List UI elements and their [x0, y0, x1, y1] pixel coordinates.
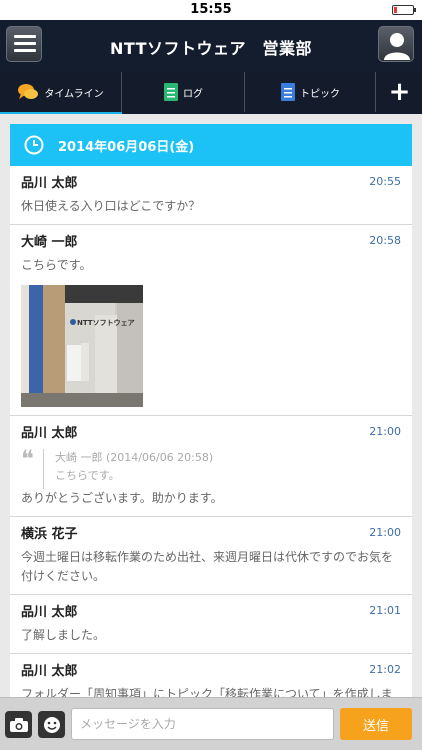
nav-bar: NTTソフトウェア 営業部: [0, 20, 422, 72]
message-input-bar: 送信: [0, 697, 422, 750]
tab-topic-label: トピック: [300, 88, 340, 100]
message-body: 了解しました。: [21, 628, 106, 642]
tab-timeline-label: タイムライン: [44, 88, 104, 100]
message-time: 21:02: [369, 663, 401, 676]
message-input[interactable]: [71, 708, 334, 740]
quote-body: こちらです。: [55, 469, 120, 482]
message-time: 21:00: [369, 425, 401, 438]
message-body: 今週土曜日は移転作業のため出社、来週月曜日は代休ですのでお気を付けください。: [21, 550, 394, 583]
quote-divider: [43, 449, 44, 489]
page-title: NTTソフトウェア 営業部: [109, 39, 313, 58]
sender-name: 横浜 花子: [21, 527, 78, 542]
menu-button[interactable]: [6, 26, 42, 62]
quoted-message: ❝ 大崎 一郎 (2014/06/06 20:58) こちらです。: [21, 445, 402, 489]
camera-button[interactable]: [5, 711, 32, 738]
tab-log-label: ログ: [183, 88, 203, 100]
status-time: 15:55: [190, 2, 232, 17]
add-button[interactable]: +: [377, 72, 422, 112]
message-time: 20:58: [369, 234, 401, 247]
tab-log[interactable]: ログ: [123, 72, 245, 112]
battery-icon: [392, 5, 416, 15]
sender-name: 大崎 一郎: [21, 235, 78, 250]
profile-button[interactable]: [378, 26, 414, 62]
message-item[interactable]: 品川 太郎 21:00 ❝ 大崎 一郎 (2014/06/06 20:58) こ…: [10, 416, 412, 517]
message-item[interactable]: 品川 太郎 21:01 了解しました。: [10, 595, 412, 654]
message-body: 休日使える入り口はどこですか？: [21, 199, 201, 213]
speech-bubble-icon: [18, 84, 39, 99]
clock-icon: [24, 135, 44, 155]
quote-icon: ❝: [21, 445, 34, 473]
tab-timeline[interactable]: タイムライン: [0, 72, 122, 112]
attached-photo[interactable]: NTTソフトウェア: [21, 285, 143, 407]
quote-header: 大崎 一郎 (2014/06/06 20:58): [55, 451, 214, 464]
send-button[interactable]: 送信: [340, 708, 412, 740]
message-item[interactable]: 横浜 花子 21:00 今週土曜日は移転作業のため出社、来週月曜日は代休ですので…: [10, 517, 412, 595]
message-body: フォルダー「周知事項」にトピック「移転作業について」を作成しました。: [21, 687, 393, 697]
date-label: 2014年06月06日(金): [58, 139, 195, 155]
date-header: 2014年06月06日(金): [10, 124, 412, 166]
sender-name: 品川 太郎: [21, 664, 78, 679]
message-body: こちらです。: [21, 258, 92, 272]
emoji-button[interactable]: [38, 711, 65, 738]
plus-icon: +: [388, 77, 411, 107]
office-photo-image: NTTソフトウェア: [21, 285, 143, 407]
message-item[interactable]: 大崎 一郎 20:58 こちらです。 NTTソフトウェア: [10, 225, 412, 416]
message-body: ありがとうございます。助かります。: [21, 491, 223, 505]
tab-bar: タイムライン ログ トピック +: [0, 72, 422, 114]
sender-name: 品川 太郎: [21, 426, 78, 441]
timeline-feed[interactable]: 2014年06月06日(金) 品川 太郎 20:55 休日使える入り口はどこです…: [10, 124, 412, 697]
topic-document-icon: [281, 83, 295, 101]
message-time: 20:55: [369, 175, 401, 188]
message-time: 21:00: [369, 526, 401, 539]
sender-name: 品川 太郎: [21, 176, 78, 191]
status-bar: 15:55: [0, 0, 422, 20]
message-item[interactable]: 品川 太郎 21:02 フォルダー「周知事項」にトピック「移転作業について」を作…: [10, 654, 412, 697]
user-icon: [384, 33, 410, 60]
menu-icon: [14, 35, 36, 53]
camera-icon: [9, 717, 28, 732]
message-item[interactable]: 品川 太郎 20:55 休日使える入り口はどこですか？: [10, 166, 412, 225]
active-tab-indicator: [0, 112, 122, 114]
photo-sign-text: NTTソフトウェア: [77, 318, 135, 327]
message-time: 21:01: [369, 604, 401, 617]
smiley-icon: [43, 716, 60, 733]
document-icon: [164, 83, 178, 101]
tab-topic[interactable]: トピック: [246, 72, 376, 112]
sender-name: 品川 太郎: [21, 605, 78, 620]
